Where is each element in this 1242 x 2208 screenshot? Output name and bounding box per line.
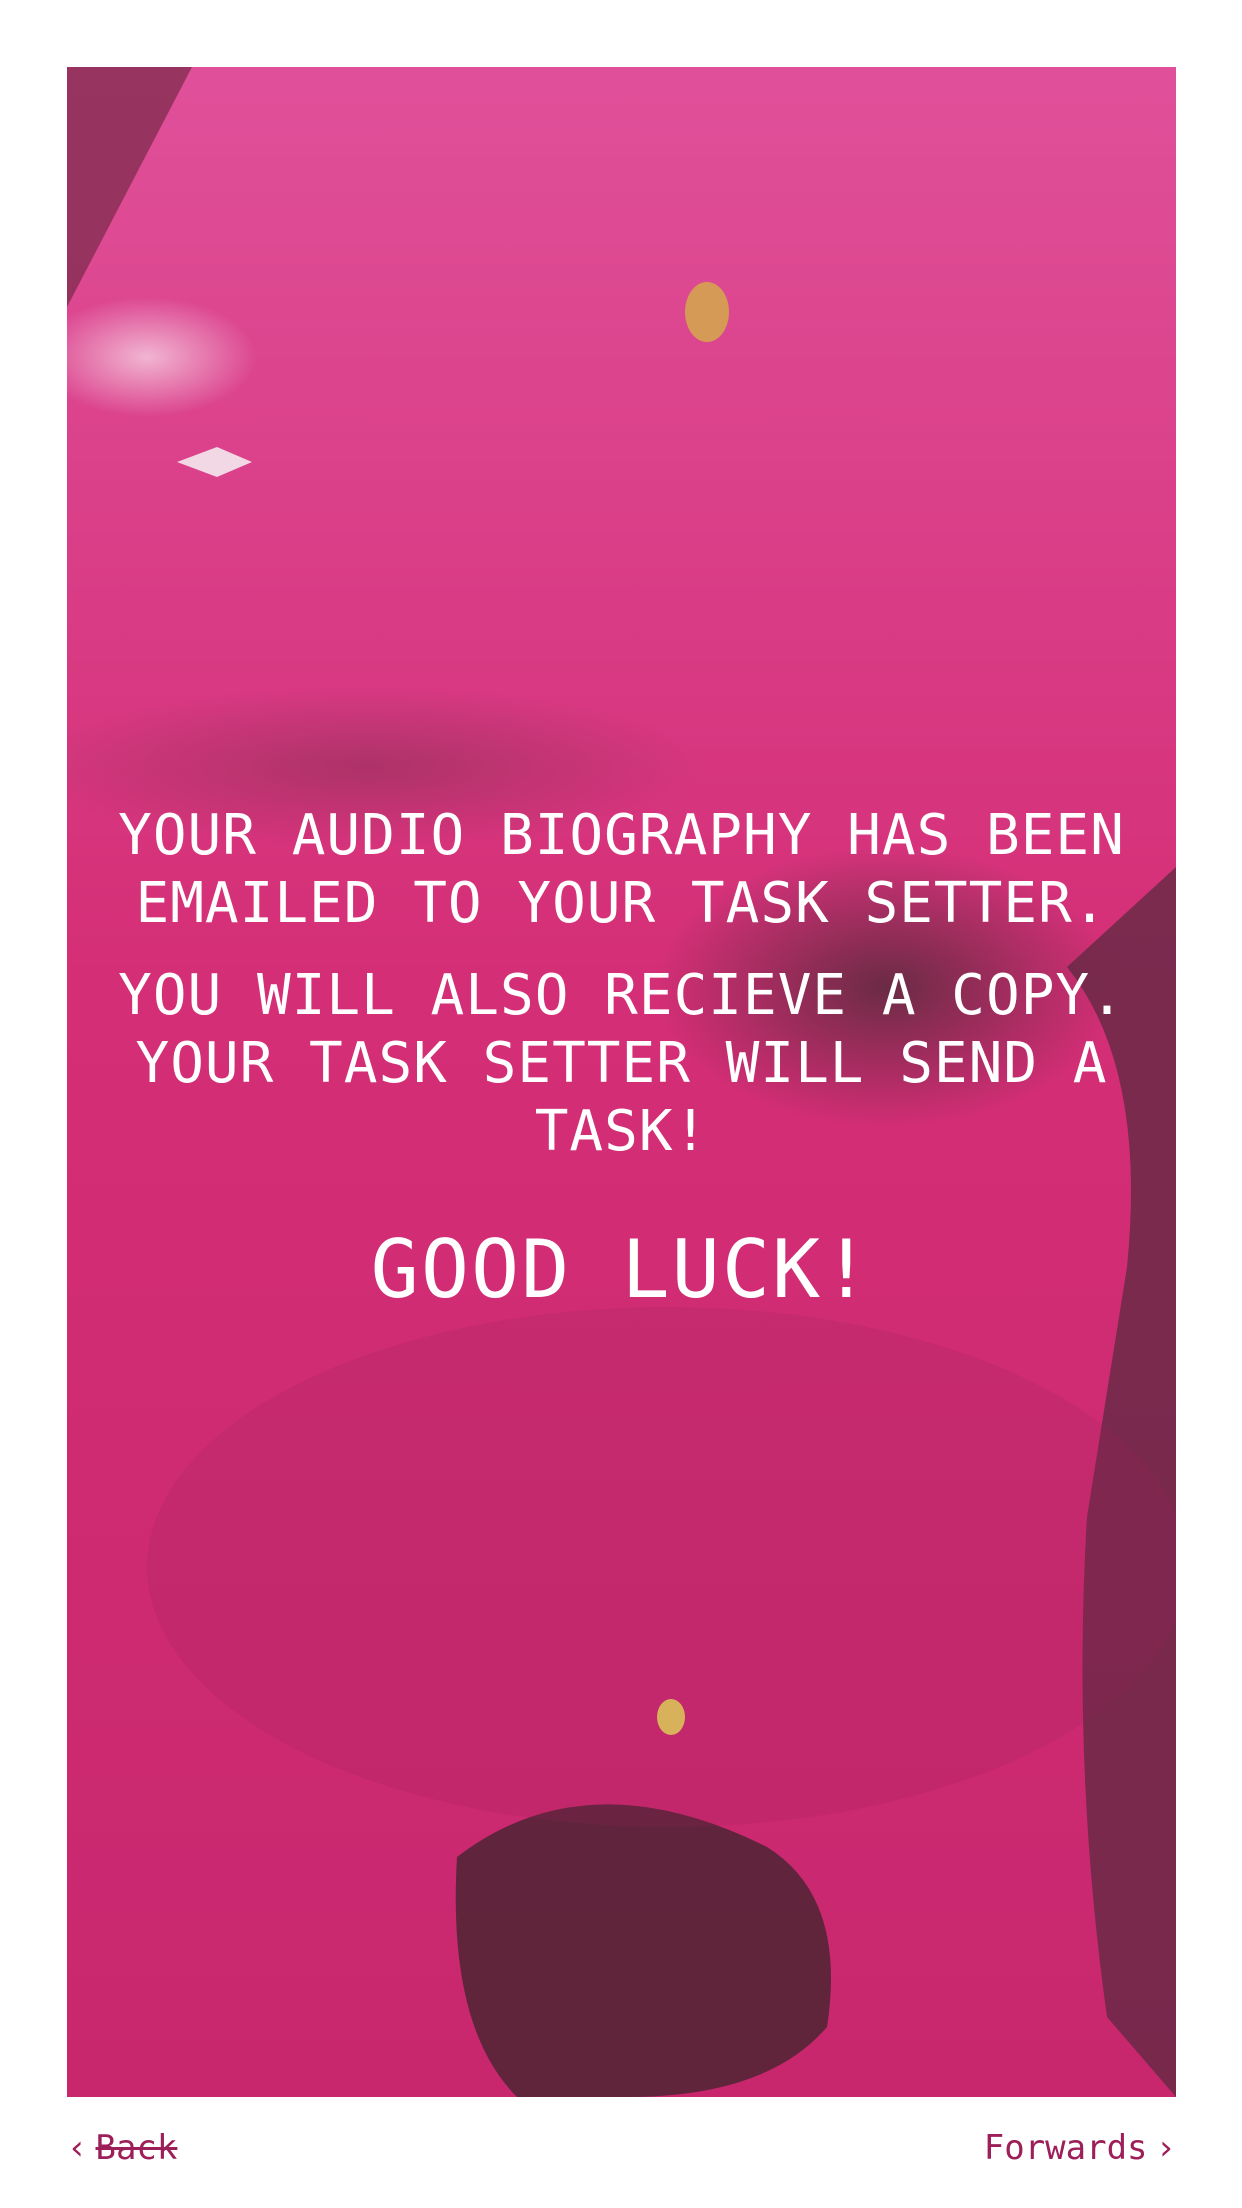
emailed-notice: YOUR AUDIO BIOGRAPHY HAS BEEN EMAILED TO… bbox=[118, 803, 1125, 936]
confirmation-message: YOUR AUDIO BIOGRAPHY HAS BEEN EMAILED TO… bbox=[67, 802, 1176, 1318]
good-luck-heading: GOOD LUCK! bbox=[370, 1223, 873, 1316]
copy-notice: YOU WILL ALSO RECIEVE A COPY. YOUR TASK … bbox=[118, 963, 1125, 1164]
background-photo: YOUR AUDIO BIOGRAPHY HAS BEEN EMAILED TO… bbox=[67, 67, 1176, 2097]
forwards-button[interactable]: Forwards › bbox=[984, 2128, 1176, 2168]
back-button[interactable]: ‹ Back bbox=[67, 2128, 177, 2168]
bottom-navigation: ‹ Back Forwards › bbox=[67, 2128, 1176, 2168]
chevron-right-icon: › bbox=[1155, 2128, 1176, 2168]
forwards-label: Forwards bbox=[983, 2128, 1148, 2168]
back-label: Back bbox=[95, 2128, 178, 2168]
chevron-left-icon: ‹ bbox=[67, 2128, 88, 2168]
